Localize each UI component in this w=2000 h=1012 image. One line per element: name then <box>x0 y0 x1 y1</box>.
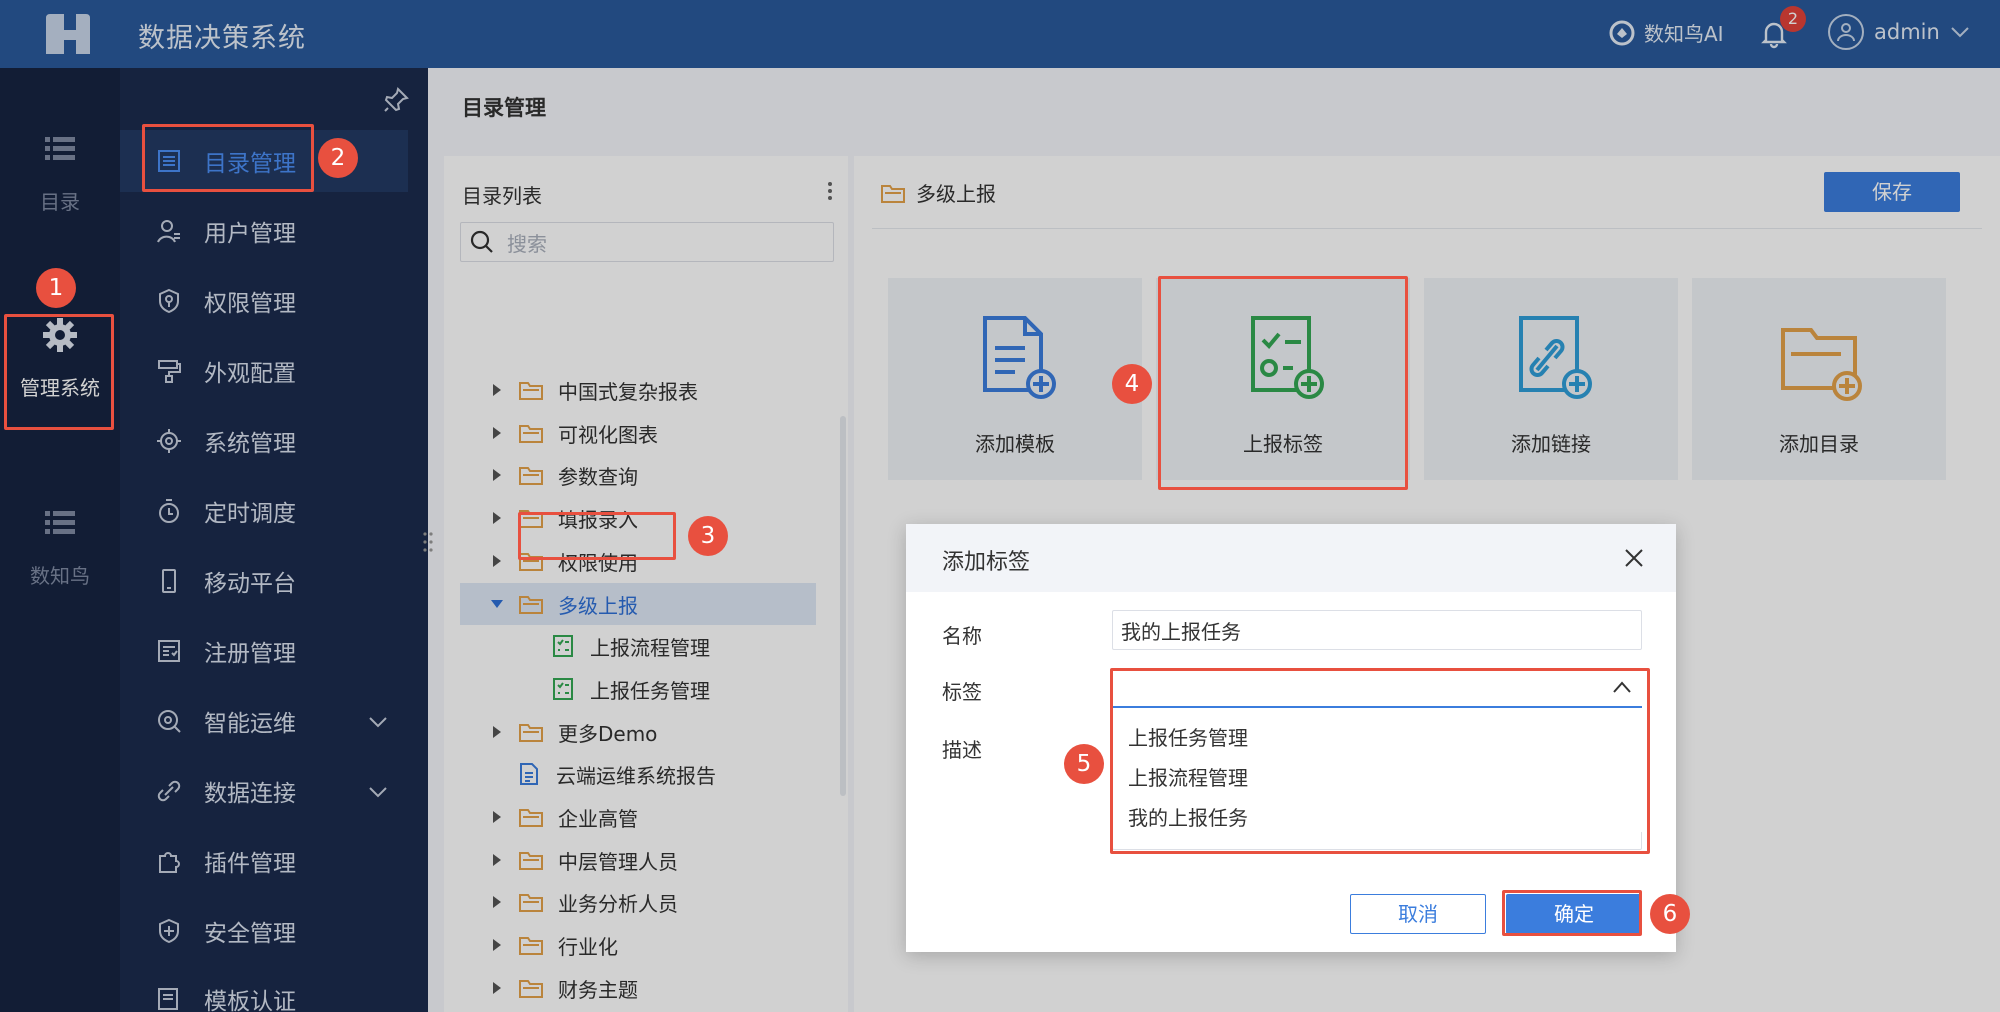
tag-dropdown: 上报任务管理 上报流程管理 我的上报任务 <box>1112 710 1642 832</box>
name-label: 名称 <box>942 624 982 648</box>
name-field[interactable]: 我的上报任务 <box>1112 610 1642 650</box>
close-icon[interactable] <box>1622 546 1646 570</box>
step-badge: 6 <box>1650 894 1690 934</box>
tag-option[interactable]: 我的上报任务 <box>1128 802 1248 831</box>
dialog-header: 添加标签 <box>906 524 1676 592</box>
name-value: 我的上报任务 <box>1121 619 1241 644</box>
step-badge: 2 <box>318 138 358 178</box>
tag-option[interactable]: 上报任务管理 <box>1128 722 1248 751</box>
dialog-title: 添加标签 <box>942 550 1031 575</box>
step-badge: 4 <box>1112 364 1152 404</box>
step-badge: 1 <box>36 268 76 308</box>
description-label: 描述 <box>942 738 982 762</box>
cancel-button[interactable]: 取消 <box>1350 894 1486 934</box>
confirm-button[interactable]: 确定 <box>1506 894 1642 934</box>
tag-label: 标签 <box>942 680 982 704</box>
tag-select[interactable] <box>1112 668 1642 708</box>
add-tag-dialog: 添加标签 名称 我的上报任务 标签 描述 上报任务管理 上报流程管理 我的上报任… <box>906 524 1676 952</box>
tag-option[interactable]: 上报流程管理 <box>1128 762 1248 791</box>
step-badge: 5 <box>1064 744 1104 784</box>
chevron-up-icon <box>1613 681 1631 693</box>
step-badge: 3 <box>688 516 728 556</box>
